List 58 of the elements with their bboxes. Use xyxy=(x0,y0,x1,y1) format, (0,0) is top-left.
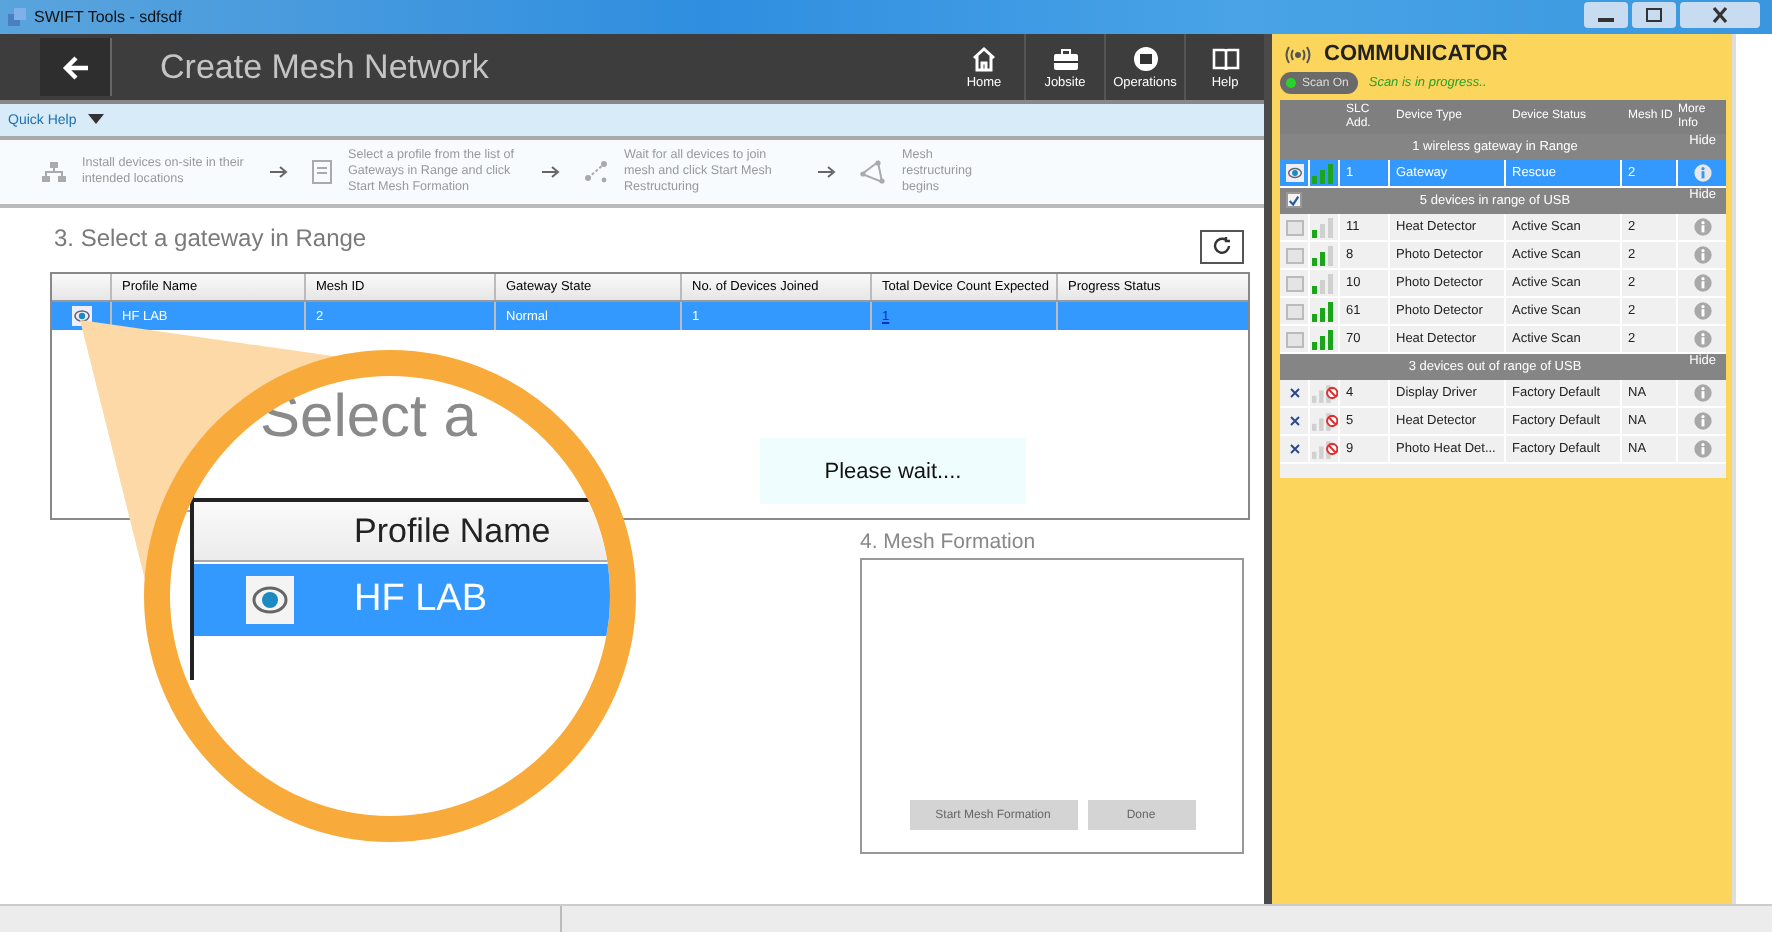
remove-icon[interactable] xyxy=(1289,416,1299,426)
remove-icon[interactable] xyxy=(1289,444,1299,454)
refresh-icon xyxy=(1212,236,1232,256)
arrow-icon xyxy=(818,166,836,178)
panel-title: COMMUNICATOR xyxy=(1324,42,1508,66)
back-arrow-icon xyxy=(61,55,89,79)
caret-icon xyxy=(88,114,105,126)
home-icon xyxy=(970,45,998,71)
close-icon[interactable] xyxy=(1680,2,1760,28)
briefcase-icon xyxy=(1051,45,1079,71)
app-icon xyxy=(8,8,26,26)
arrow-icon xyxy=(270,166,288,178)
blocked-icon xyxy=(1325,386,1338,400)
window-title: SWIFT Tools - sdfsdf xyxy=(34,8,182,26)
eye-icon xyxy=(246,576,294,624)
signal-icon xyxy=(1312,245,1334,265)
checkbox[interactable] xyxy=(1286,192,1302,208)
magnified-text: HF LAB xyxy=(354,578,488,622)
wait-message: Please wait.... xyxy=(760,438,1026,504)
section-title: 3. Select a gateway in Range xyxy=(54,224,367,252)
minimize-icon[interactable] xyxy=(1584,2,1628,28)
checkbox[interactable] xyxy=(1285,219,1303,235)
signal-icon xyxy=(1312,163,1334,183)
section-title: 4. Mesh Formation xyxy=(860,530,1038,558)
broadcast-icon xyxy=(1284,45,1312,63)
signal-icon xyxy=(1312,301,1334,321)
magnified-column: Profile Name xyxy=(354,511,551,551)
checkbox[interactable] xyxy=(1285,275,1303,291)
restore-icon[interactable] xyxy=(1632,2,1676,28)
mesh-icon xyxy=(860,160,886,184)
checkbox[interactable] xyxy=(1285,331,1303,347)
refresh-button[interactable] xyxy=(1200,229,1244,263)
info-icon[interactable] xyxy=(1693,440,1711,458)
list-icon xyxy=(312,160,332,184)
nodes-icon xyxy=(584,160,608,184)
signal-icon xyxy=(1312,329,1334,349)
arrow-icon xyxy=(542,166,560,178)
info-icon[interactable] xyxy=(1693,412,1711,430)
info-icon[interactable] xyxy=(1693,164,1711,182)
remove-icon[interactable] xyxy=(1289,388,1299,398)
info-icon[interactable] xyxy=(1693,246,1711,264)
blocked-icon xyxy=(1325,414,1338,428)
info-icon[interactable] xyxy=(1693,274,1711,292)
checkbox[interactable] xyxy=(1285,303,1303,319)
info-icon[interactable] xyxy=(1693,218,1711,236)
info-icon[interactable] xyxy=(1693,384,1711,402)
back-button[interactable] xyxy=(40,38,112,96)
info-icon[interactable] xyxy=(1693,330,1711,348)
page-title: Create Mesh Network xyxy=(160,47,489,87)
eye-icon[interactable] xyxy=(1285,164,1303,182)
signal-icon xyxy=(1312,273,1334,293)
network-icon xyxy=(42,161,66,183)
checkbox[interactable] xyxy=(1285,247,1303,263)
blocked-icon xyxy=(1325,442,1338,456)
signal-icon xyxy=(1312,217,1334,237)
info-icon[interactable] xyxy=(1693,302,1711,320)
stop-icon xyxy=(1131,45,1159,71)
book-icon xyxy=(1211,45,1239,71)
